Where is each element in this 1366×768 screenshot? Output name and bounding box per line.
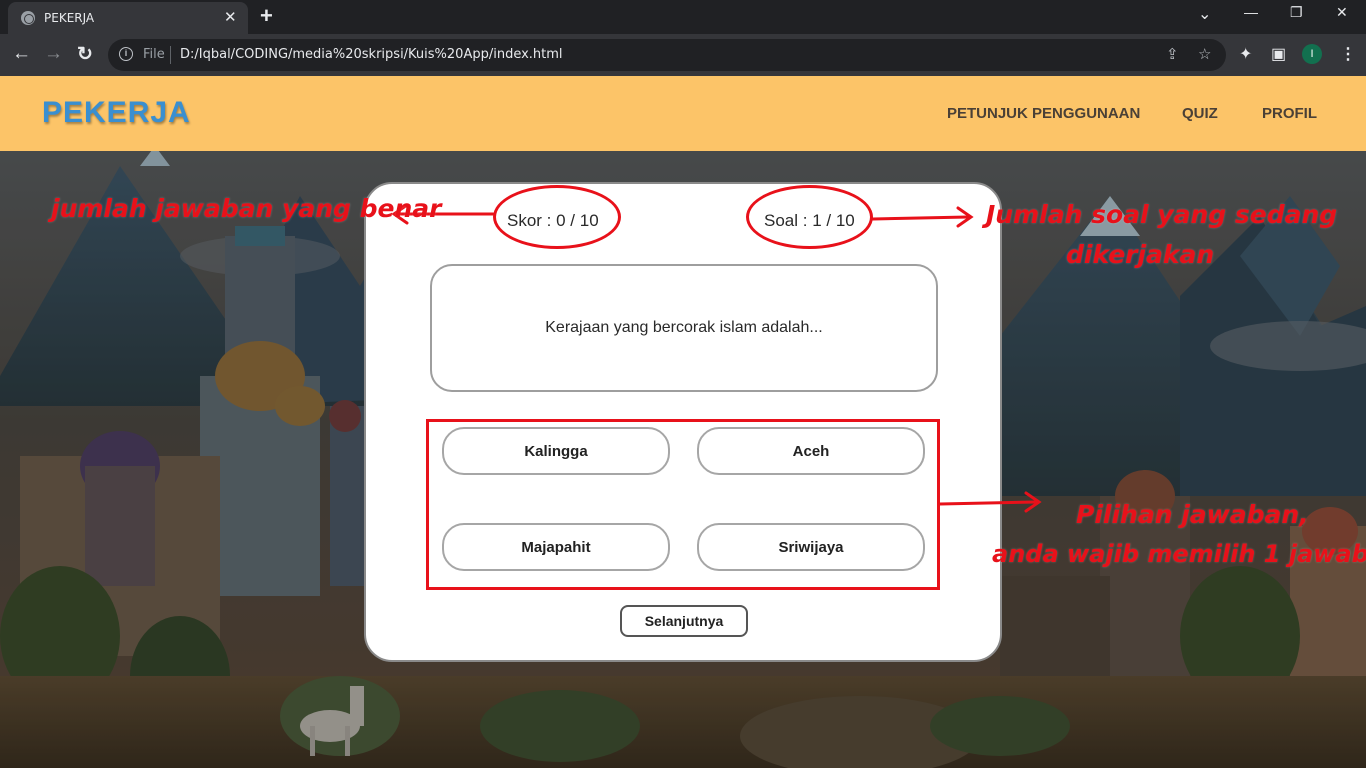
site-info-icon[interactable]: i xyxy=(119,47,133,61)
forward-icon[interactable]: → xyxy=(44,43,63,65)
browser-toolbar: ← → ↻ i File D:/Iqbal/CODING/media%20skr… xyxy=(0,34,1366,76)
extensions-icon[interactable]: ✦ xyxy=(1239,44,1252,64)
minimize-button[interactable]: — xyxy=(1244,4,1258,20)
annotation-options-note-line2: anda wajib memilih 1 jawaban xyxy=(992,540,1366,568)
browser-menu-icon[interactable]: ⋮ xyxy=(1340,44,1356,64)
restore-button[interactable]: ❐ xyxy=(1290,4,1303,21)
annotation-counter-note-line2: dikerjakan xyxy=(1066,240,1215,269)
address-bar[interactable]: i File D:/Iqbal/CODING/media%20skripsi/K… xyxy=(108,39,1226,71)
profile-avatar[interactable]: I xyxy=(1302,44,1322,64)
browser-tab[interactable]: PEKERJA ✕ xyxy=(8,2,248,34)
close-tab-icon[interactable]: ✕ xyxy=(224,8,237,26)
web-page: PEKERJA PETUNJUK PENGGUNAAN QUIZ PROFIL … xyxy=(0,76,1366,768)
annotation-counter-note-line1: Jumlah soal yang sedang xyxy=(986,200,1338,229)
address-divider xyxy=(170,46,171,64)
globe-icon xyxy=(21,11,35,25)
tab-search-icon[interactable]: ⌄ xyxy=(1198,4,1211,24)
counter-arrow-line xyxy=(871,215,970,221)
side-panel-icon[interactable]: ▣ xyxy=(1271,44,1286,64)
bookmark-star-icon[interactable]: ☆ xyxy=(1198,45,1211,63)
browser-tabstrip: PEKERJA ✕ + ⌄ — ❐ ✕ xyxy=(0,0,1366,34)
annotation-score-note: jumlah jawaban yang benar xyxy=(51,194,442,223)
tab-title: PEKERJA xyxy=(44,11,95,25)
back-icon[interactable]: ← xyxy=(12,43,31,65)
annotation-options-note-line1: Pilihan jawaban, xyxy=(1076,500,1309,529)
options-arrow-line xyxy=(938,500,1038,506)
annotation-arrows xyxy=(391,203,1042,513)
url-text[interactable]: D:/Iqbal/CODING/media%20skripsi/Kuis%20A… xyxy=(180,47,563,62)
share-icon[interactable]: ⇪ xyxy=(1166,45,1179,63)
reload-icon[interactable]: ↻ xyxy=(77,43,93,66)
new-tab-button[interactable]: + xyxy=(260,3,273,29)
scheme-label: File xyxy=(143,47,165,62)
close-window-button[interactable]: ✕ xyxy=(1336,4,1348,21)
